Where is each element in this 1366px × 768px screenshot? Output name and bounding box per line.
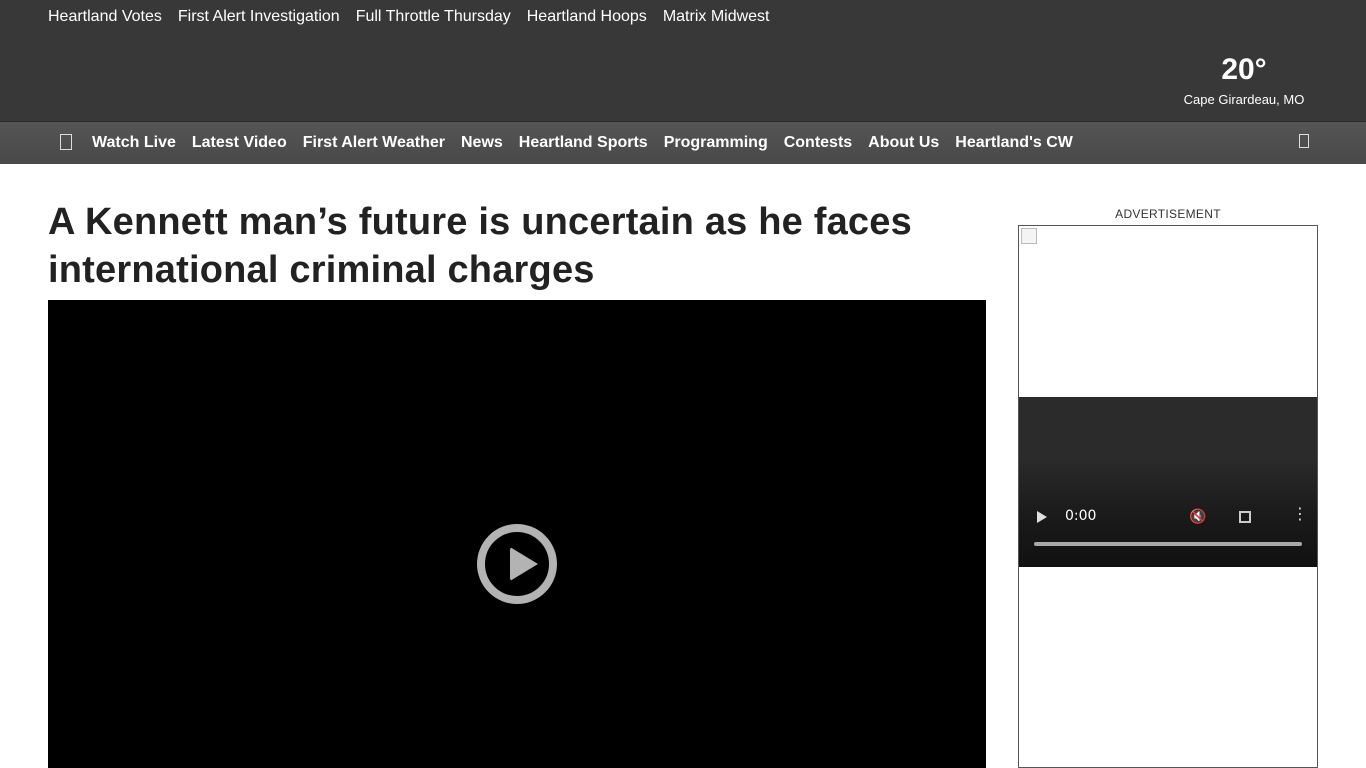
top-link-heartland-votes[interactable]: Heartland Votes: [48, 6, 162, 28]
article-headline: A Kennett man’s future is uncertain as h…: [48, 201, 912, 291]
search-icon[interactable]: [1299, 134, 1309, 148]
nav-item-watch-live[interactable]: Watch Live: [92, 133, 176, 153]
broken-image-icon: [1021, 228, 1037, 244]
nav-item-programming[interactable]: Programming: [664, 133, 768, 153]
top-link-heartland-hoops[interactable]: Heartland Hoops: [527, 6, 647, 28]
nav-items: Watch Live Latest Video First Alert Weat…: [92, 133, 1073, 153]
main-nav: Watch Live Latest Video First Alert Weat…: [0, 121, 1366, 164]
advertisement-label: ADVERTISEMENT: [1115, 207, 1221, 221]
nav-item-heartlands-cw[interactable]: Heartland's CW: [955, 133, 1073, 153]
menu-icon[interactable]: [60, 134, 72, 150]
play-icon[interactable]: [477, 524, 557, 604]
nav-item-heartland-sports[interactable]: Heartland Sports: [519, 133, 648, 153]
video-play-icon[interactable]: [1037, 511, 1047, 523]
weather-location: Cape Girardeau, MO: [1183, 92, 1305, 107]
weather-widget[interactable]: 20° Cape Girardeau, MO: [1174, 52, 1314, 109]
video-player[interactable]: [48, 300, 986, 768]
top-link-matrix-midwest[interactable]: Matrix Midwest: [663, 6, 770, 28]
video-progress-track[interactable]: [1034, 542, 1302, 546]
more-options-icon[interactable]: ⋮: [1292, 507, 1308, 523]
nav-item-about-us[interactable]: About Us: [868, 133, 939, 153]
nav-item-news[interactable]: News: [461, 133, 503, 153]
nav-item-contests[interactable]: Contests: [784, 133, 852, 153]
fullscreen-icon[interactable]: [1239, 511, 1251, 523]
weather-temperature: 20°: [1221, 53, 1267, 86]
top-link-full-throttle-thursday[interactable]: Full Throttle Thursday: [356, 6, 511, 28]
top-link-first-alert-investigation[interactable]: First Alert Investigation: [178, 6, 340, 28]
ad-video-player[interactable]: 0:00 🔇 ⋮: [1019, 397, 1317, 567]
mute-icon[interactable]: 🔇: [1189, 508, 1206, 525]
video-time: 0:00: [1065, 508, 1097, 524]
nav-item-first-alert-weather[interactable]: First Alert Weather: [303, 133, 445, 153]
nav-item-latest-video[interactable]: Latest Video: [192, 133, 287, 153]
top-links: Heartland Votes First Alert Investigatio…: [48, 6, 770, 28]
advertisement-box[interactable]: 0:00 🔇 ⋮: [1018, 225, 1318, 768]
top-header: Heartland Votes First Alert Investigatio…: [0, 0, 1366, 121]
